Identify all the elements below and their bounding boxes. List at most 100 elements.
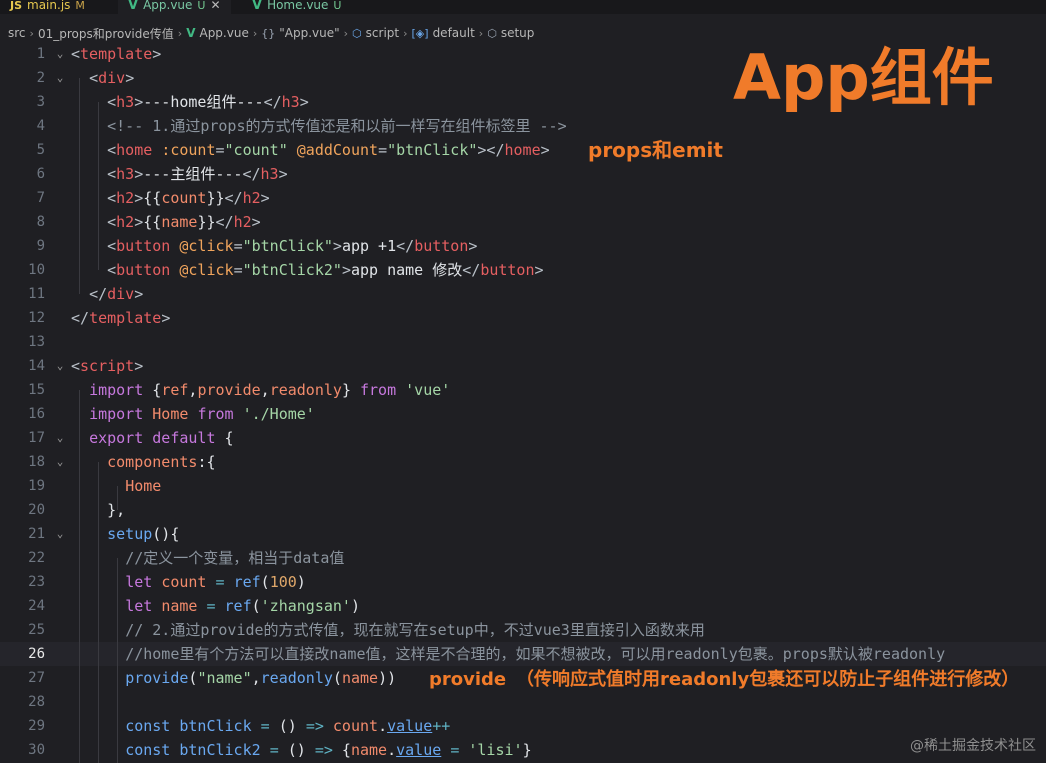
code-line[interactable]: 24 let name = ref('zhangsan') xyxy=(0,594,1046,618)
code-line[interactable]: 14 ⌄ <script> xyxy=(0,354,1046,378)
code-line[interactable]: 13 xyxy=(0,330,1046,354)
annotation-title: App组件 xyxy=(733,41,994,114)
code-text: const btnClick2 = () => {name.value = 'l… xyxy=(125,741,532,759)
close-icon[interactable]: ✕ xyxy=(210,0,220,12)
breadcrumb: src › 01_props和provide传值 › V App.vue › {… xyxy=(8,24,534,42)
code-line[interactable]: 17 ⌄ export default { xyxy=(0,426,1046,450)
vue-file-icon: V xyxy=(186,26,196,40)
line-number: 23 xyxy=(28,574,45,590)
tab-app-vue[interactable]: V App.vue U ✕ xyxy=(118,0,231,14)
tab-main-js[interactable]: JS main.js M xyxy=(0,0,95,14)
braces-icon: {} xyxy=(261,26,276,40)
code-line[interactable]: 6 <h3>---主组件---</h3> xyxy=(0,162,1046,186)
indent-guide xyxy=(98,102,99,270)
breadcrumb-folder[interactable]: 01_props和provide传值 xyxy=(38,25,174,42)
code-text: //定义一个变量，相当于data值 xyxy=(125,549,345,567)
annotation-provide: provide xyxy=(429,669,507,690)
js-file-icon: JS xyxy=(10,0,23,12)
code-text: <h3>---主组件---</h3> xyxy=(107,165,288,183)
indent-guide xyxy=(79,78,80,294)
line-number: 27 xyxy=(28,670,45,686)
line-number: 12 xyxy=(28,310,45,326)
line-number: 28 xyxy=(28,694,45,710)
code-line[interactable]: 28 xyxy=(0,690,1046,714)
breadcrumb-script[interactable]: script xyxy=(366,26,399,40)
code-text: <div> xyxy=(89,69,135,87)
annotation-provide-note: （传响应式值时用readonly包裹还可以防止子组件进行修改） xyxy=(516,669,1020,690)
tab-untracked-badge: U xyxy=(333,0,342,12)
field-icon: [◈] xyxy=(411,26,429,40)
line-number: 6 xyxy=(36,166,45,182)
breadcrumb-file[interactable]: App.vue xyxy=(199,26,248,40)
line-number: 24 xyxy=(28,598,45,614)
code-line[interactable]: 10 <button @click="btnClick2">app name 修… xyxy=(0,258,1046,282)
tab-modified-badge: M xyxy=(75,0,85,12)
code-text: <script> xyxy=(71,357,144,375)
code-line[interactable]: 16 import Home from './Home' xyxy=(0,402,1046,426)
code-text: </div> xyxy=(89,285,144,303)
code-line[interactable]: 29 const btnClick = () => count.value++ xyxy=(0,714,1046,738)
fold-chevron-icon[interactable]: ⌄ xyxy=(54,426,66,450)
code-line[interactable]: 7 <h2>{{count}}</h2> xyxy=(0,186,1046,210)
code-line[interactable]: 19 Home xyxy=(0,474,1046,498)
code-text: <home :count="count" @addCount="btnClick… xyxy=(107,141,550,159)
tab-untracked-badge: U xyxy=(197,0,206,12)
line-number: 18 xyxy=(28,454,45,470)
vue-file-icon: V xyxy=(252,0,263,13)
tab-home-vue[interactable]: V Home.vue U xyxy=(242,0,351,14)
watermark: @稀土掘金技术社区 xyxy=(910,738,1036,754)
vue-file-icon: V xyxy=(128,0,139,13)
code-line[interactable]: 22 //定义一个变量，相当于data值 xyxy=(0,546,1046,570)
fold-chevron-icon[interactable]: ⌄ xyxy=(54,354,66,378)
code-text: const btnClick = () => count.value++ xyxy=(125,717,451,735)
code-editor[interactable]: 30 const btnClick2 = () => {name.value =… xyxy=(0,42,1046,763)
chevron-right-icon: › xyxy=(252,26,258,40)
code-text: //home里有个方法可以直接改name值，这样是不合理的，如果不想被改，可以用… xyxy=(125,645,946,663)
code-line[interactable]: 15 import {ref,provide,readonly} from 'v… xyxy=(0,378,1046,402)
chevron-right-icon: › xyxy=(177,26,183,40)
code-line[interactable]: 4 <!-- 1.通过props的方式传值还是和以前一样写在组件标签里 --> xyxy=(0,114,1046,138)
code-line[interactable]: 18 ⌄ components:{ xyxy=(0,450,1046,474)
line-number: 21 xyxy=(28,526,45,542)
line-number: 8 xyxy=(36,214,45,230)
fold-chevron-icon[interactable]: ⌄ xyxy=(54,522,66,546)
code-line[interactable]: 26 //home里有个方法可以直接改name值，这样是不合理的，如果不想被改，… xyxy=(0,642,1046,666)
code-line[interactable]: 8 <h2>{{name}}</h2> xyxy=(0,210,1046,234)
line-number: 10 xyxy=(28,262,45,278)
line-number: 30 xyxy=(28,742,45,758)
fold-chevron-icon[interactable]: ⌄ xyxy=(54,42,66,66)
code-text: setup(){ xyxy=(107,525,180,543)
code-line[interactable]: 20 }, xyxy=(0,498,1046,522)
code-text: components:{ xyxy=(107,453,216,471)
chevron-right-icon: › xyxy=(343,26,349,40)
chevron-right-icon: › xyxy=(403,26,408,40)
line-number: 19 xyxy=(28,478,45,494)
tab-bar: JS main.js M V App.vue U ✕ V Home.vue U xyxy=(0,0,1046,14)
code-text: </template> xyxy=(71,309,171,327)
code-text: let count = ref(100) xyxy=(125,573,306,591)
code-line[interactable]: 9 <button @click="btnClick">app +1</butt… xyxy=(0,234,1046,258)
line-number: 26 xyxy=(28,646,45,662)
code-line[interactable]: 23 let count = ref(100) xyxy=(0,570,1046,594)
code-line[interactable]: 12 </template> xyxy=(0,306,1046,330)
method-cube-icon: ⬡ xyxy=(487,26,497,40)
code-line[interactable]: 5 <home :count="count" @addCount="btnCli… xyxy=(0,138,1046,162)
breadcrumb-setup[interactable]: setup xyxy=(501,26,535,40)
code-line[interactable]: 25 // 2.通过provide的方式传值，现在就写在setup中，不过vue… xyxy=(0,618,1046,642)
breadcrumb-src[interactable]: src xyxy=(8,26,26,40)
line-number: 15 xyxy=(28,382,45,398)
line-number: 7 xyxy=(36,190,45,206)
code-text: <template> xyxy=(71,45,162,63)
annotation-props-emit: props和emit xyxy=(588,138,723,162)
code-line[interactable]: 21 ⌄ setup(){ xyxy=(0,522,1046,546)
code-line[interactable]: 11 </div> xyxy=(0,282,1046,306)
breadcrumb-default[interactable]: default xyxy=(433,26,475,40)
cube-icon: ⬡ xyxy=(352,26,362,40)
line-number: 17 xyxy=(28,430,45,446)
code-line[interactable]: 30 const btnClick2 = () => {name.value =… xyxy=(0,738,1046,762)
line-number: 9 xyxy=(36,238,45,254)
fold-chevron-icon[interactable]: ⌄ xyxy=(54,450,66,474)
fold-chevron-icon[interactable]: ⌄ xyxy=(54,66,66,90)
code-text: import {ref,provide,readonly} from 'vue' xyxy=(89,381,451,399)
breadcrumb-object[interactable]: "App.vue" xyxy=(279,26,339,40)
